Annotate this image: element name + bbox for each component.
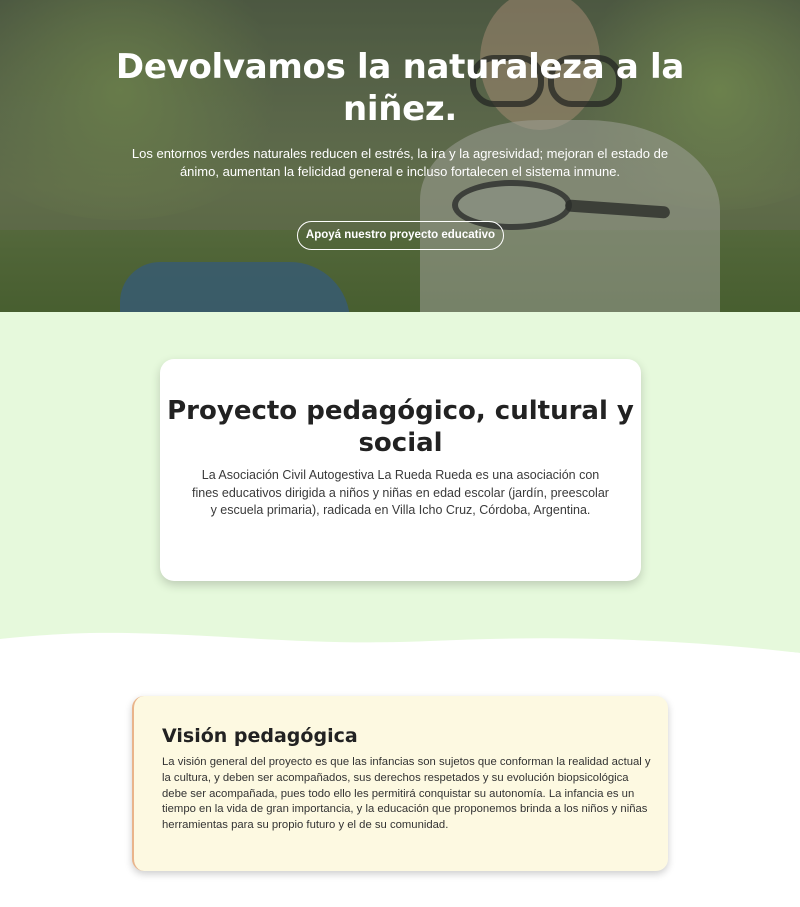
hero-title: Devolvamos la naturaleza a la niñez. xyxy=(115,47,685,129)
project-title: Proyecto pedagógico, cultural y social xyxy=(167,396,634,458)
support-project-button[interactable]: Apoyá nuestro proyecto educativo xyxy=(297,221,504,250)
project-description: La Asociación Civil Autogestiva La Rueda… xyxy=(192,468,609,517)
vision-text: La visión general del proyecto es que la… xyxy=(162,756,651,832)
hero-content: Devolvamos la naturaleza a la niñez. Los… xyxy=(0,0,800,312)
project-card: Proyecto pedagógico, cultural y social L… xyxy=(160,359,641,581)
vision-title: Visión pedagógica xyxy=(162,725,358,747)
hero-subtitle: Los entornos verdes naturales reducen el… xyxy=(131,146,669,179)
hero-section: Devolvamos la naturaleza a la niñez. Los… xyxy=(0,0,800,312)
vision-box: Visión pedagógica La visión general del … xyxy=(132,696,668,871)
section-wave-divider xyxy=(0,625,800,665)
